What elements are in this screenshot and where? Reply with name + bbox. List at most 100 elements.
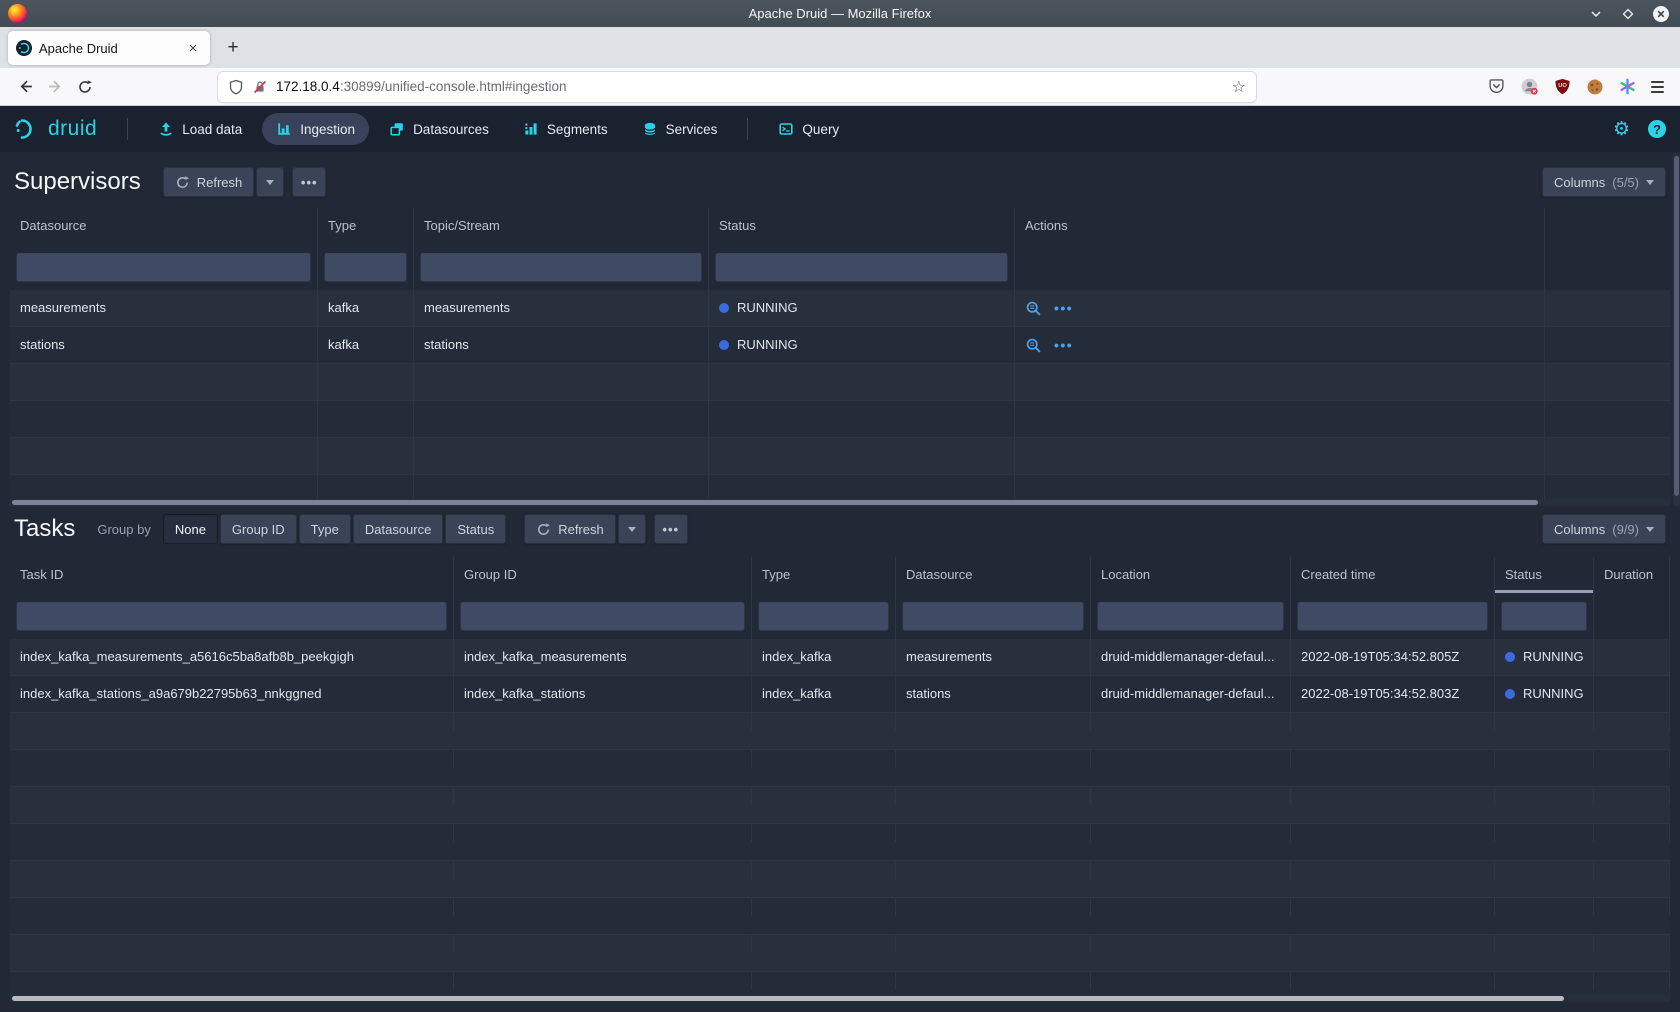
table-cell: stations xyxy=(10,327,318,363)
column-header-type[interactable]: Type xyxy=(752,557,896,593)
filter-input-status[interactable] xyxy=(715,252,1008,282)
forward-icon[interactable] xyxy=(40,73,70,101)
group-by-status-button[interactable]: Status xyxy=(445,514,506,544)
filter-input-datasource[interactable] xyxy=(902,601,1084,631)
column-header-datasource[interactable]: Datasource xyxy=(896,557,1091,593)
filter-input-location[interactable] xyxy=(1097,601,1284,631)
scrollbar-thumb[interactable] xyxy=(12,500,1538,505)
group-by-group-id-button[interactable]: Group ID xyxy=(220,514,297,544)
magnify-detail-icon[interactable] xyxy=(1025,337,1042,354)
page-vertical-scrollbar[interactable] xyxy=(1673,154,1680,506)
minimize-icon[interactable] xyxy=(1588,6,1604,22)
empty-cell xyxy=(414,475,709,499)
column-header-task-id[interactable]: Task ID xyxy=(10,557,454,593)
horizontal-scrollbar[interactable] xyxy=(10,499,1670,506)
empty-cell xyxy=(1594,824,1670,842)
column-header-type[interactable]: Type xyxy=(318,208,414,244)
tasks-refresh-caret-button[interactable] xyxy=(618,514,646,544)
group-by-type-button[interactable]: Type xyxy=(299,514,351,544)
pocket-icon[interactable] xyxy=(1488,78,1505,95)
empty-cell xyxy=(1545,401,1670,437)
empty-cell xyxy=(10,972,454,990)
empty-cell xyxy=(1594,713,1670,731)
filter-input-type[interactable] xyxy=(758,601,889,631)
ublock-shield-icon[interactable]: UO xyxy=(1554,78,1571,95)
column-header-location[interactable]: Location xyxy=(1091,557,1291,593)
nav-item-query[interactable]: Query xyxy=(764,113,853,145)
nav-item-segments[interactable]: Segments xyxy=(509,113,622,145)
scrollbar-thumb[interactable] xyxy=(12,996,1564,1001)
empty-cell xyxy=(709,401,1015,437)
actions-more-icon[interactable]: ••• xyxy=(1054,327,1073,363)
tab-close-icon[interactable]: × xyxy=(184,40,202,57)
new-tab-button[interactable]: + xyxy=(218,33,248,63)
tasks-refresh-button[interactable]: Refresh xyxy=(524,514,616,544)
tasks-header: Tasks Group by NoneGroup IDTypeDatasourc… xyxy=(14,506,1666,552)
column-header-created-time[interactable]: Created time xyxy=(1291,557,1495,593)
column-header-status[interactable]: Status xyxy=(1495,557,1594,593)
filter-input-created-time[interactable] xyxy=(1297,601,1488,631)
cookie-icon[interactable] xyxy=(1586,78,1604,96)
hamburger-menu-icon[interactable] xyxy=(1651,81,1664,93)
filter-input-task-id[interactable] xyxy=(16,601,447,631)
filter-input-group-id[interactable] xyxy=(460,601,745,631)
task-row[interactable]: index_kafka_measurements_a5616c5ba8afb8b… xyxy=(10,639,1670,676)
gear-icon[interactable]: ⚙ xyxy=(1613,120,1630,139)
status-dot-icon xyxy=(719,340,729,350)
tab-title: Apache Druid xyxy=(39,41,177,56)
nav-item-datasources[interactable]: Datasources xyxy=(375,113,503,145)
column-header-datasource[interactable]: Datasource xyxy=(10,208,318,244)
column-header-duration[interactable]: Duration xyxy=(1594,557,1670,593)
supervisors-more-button[interactable]: ••• xyxy=(292,167,326,197)
nav-item-ingestion[interactable]: Ingestion xyxy=(262,113,369,145)
supervisor-row[interactable]: stationskafkastationsRUNNING••• xyxy=(10,327,1670,364)
supervisors-refresh-button[interactable]: Refresh xyxy=(163,167,255,197)
supervisor-row[interactable]: measurementskafkameasurementsRUNNING••• xyxy=(10,290,1670,327)
tasks-columns-button[interactable]: Columns (9/9) xyxy=(1542,514,1666,544)
filter-input-type[interactable] xyxy=(324,252,407,282)
table-cell: kafka xyxy=(318,290,414,326)
status-dot-icon xyxy=(719,303,729,313)
maximize-icon[interactable] xyxy=(1620,6,1636,22)
nav-item-load-data[interactable]: Load data xyxy=(144,113,256,145)
actions-more-icon[interactable]: ••• xyxy=(1054,290,1073,326)
supervisors-refresh-caret-button[interactable] xyxy=(256,167,284,197)
horizontal-scrollbar[interactable] xyxy=(10,995,1670,1002)
url-bar[interactable]: 172.18.0.4:30899/unified-console.html#in… xyxy=(218,72,1256,102)
group-by-none-button[interactable]: None xyxy=(163,514,218,544)
account-disabled-icon[interactable] xyxy=(1520,77,1539,96)
empty-cell xyxy=(752,713,896,731)
druid-logo[interactable]: druid xyxy=(14,117,97,141)
filter-input-topic-stream[interactable] xyxy=(420,252,702,282)
task-row[interactable]: index_kafka_stations_a9a679b22795b63_nnk… xyxy=(10,676,1670,713)
column-header-actions[interactable]: Actions xyxy=(1015,208,1545,244)
filter-input-status[interactable] xyxy=(1501,601,1587,631)
help-icon[interactable]: ? xyxy=(1648,120,1666,138)
url-text[interactable]: 172.18.0.4:30899/unified-console.html#in… xyxy=(276,79,1224,94)
back-icon[interactable] xyxy=(10,73,40,101)
nav-divider xyxy=(127,118,128,140)
empty-cell xyxy=(752,787,896,805)
supervisors-columns-button[interactable]: Columns (5/5) xyxy=(1542,167,1666,197)
table-cell: measurements xyxy=(10,290,318,326)
shield-icon[interactable] xyxy=(228,79,244,95)
filter-input-datasource[interactable] xyxy=(16,252,311,282)
bookmark-star-icon[interactable]: ☆ xyxy=(1232,77,1246,97)
column-header-filler xyxy=(1545,208,1670,244)
filter-cell xyxy=(1495,593,1594,639)
empty-cell xyxy=(1015,364,1545,400)
reload-icon[interactable] xyxy=(70,73,100,101)
column-header-topic-stream[interactable]: Topic/Stream xyxy=(414,208,709,244)
column-header-group-id[interactable]: Group ID xyxy=(454,557,752,593)
tasks-more-button[interactable]: ••• xyxy=(654,514,688,544)
close-window-icon[interactable] xyxy=(1652,5,1670,23)
extension-sparkle-icon[interactable] xyxy=(1619,78,1636,95)
ingestion-icon xyxy=(276,121,292,137)
group-by-datasource-button[interactable]: Datasource xyxy=(353,514,443,544)
magnify-detail-icon[interactable] xyxy=(1025,300,1042,317)
nav-item-label: Segments xyxy=(547,122,608,137)
nav-item-services[interactable]: Services xyxy=(628,113,732,145)
browser-tab-apache-druid[interactable]: Apache Druid × xyxy=(8,31,210,65)
column-header-status[interactable]: Status xyxy=(709,208,1015,244)
lock-insecure-icon[interactable] xyxy=(252,79,268,95)
